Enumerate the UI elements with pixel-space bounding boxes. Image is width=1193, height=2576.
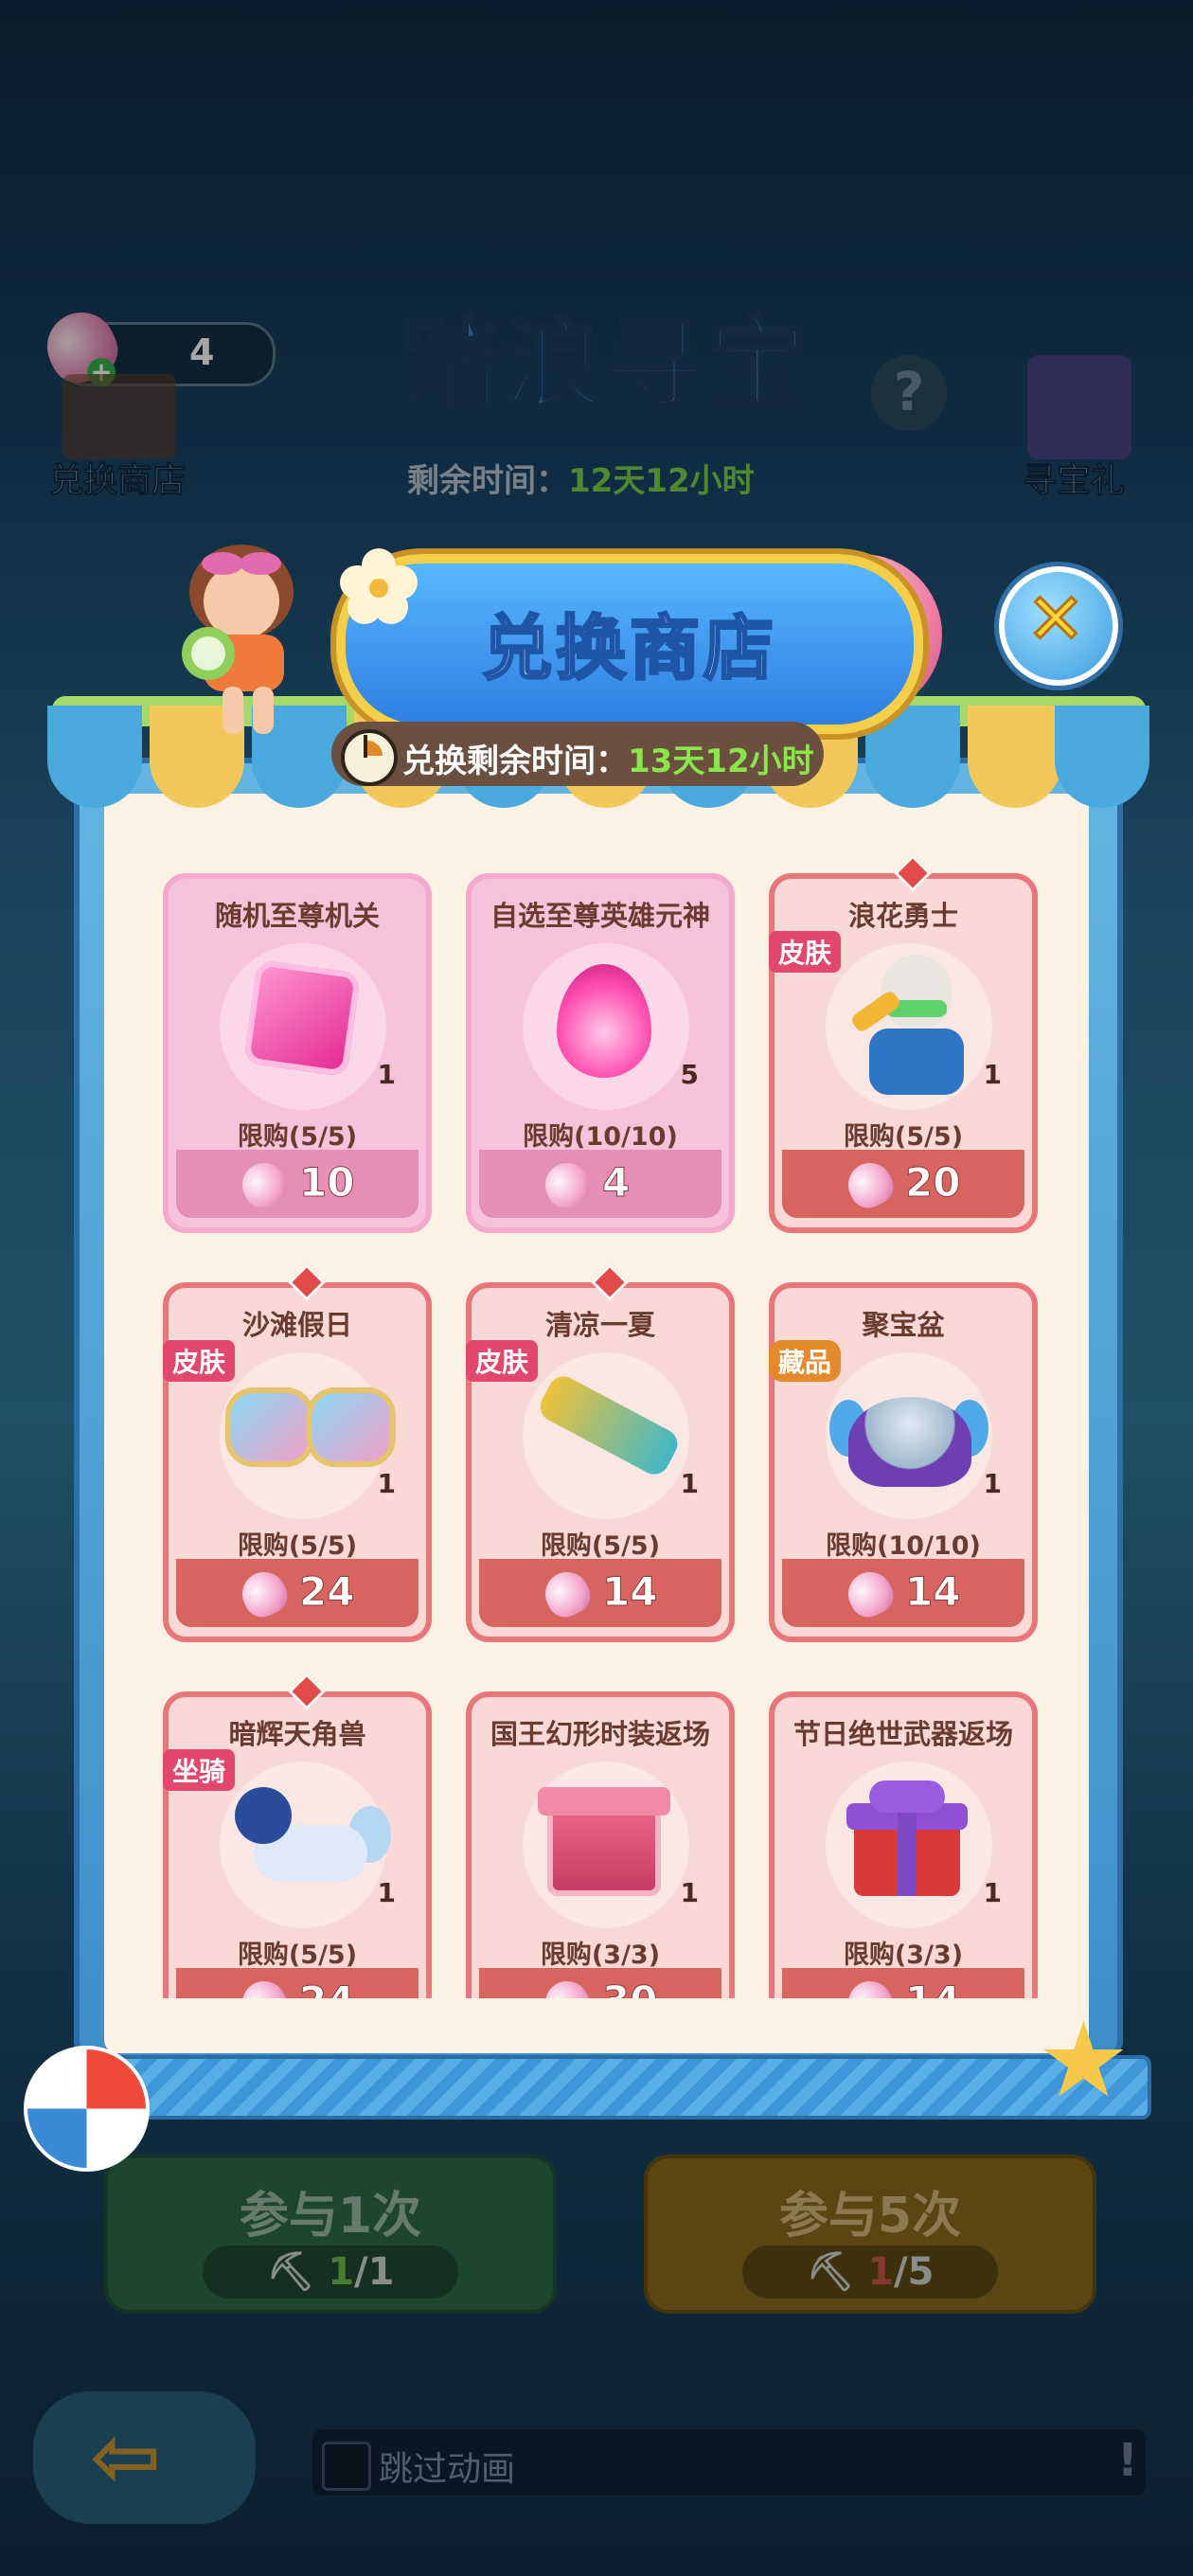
skin-tag: 皮肤 xyxy=(163,1340,236,1382)
exchange-timer-value: 13天12小时 xyxy=(628,742,814,780)
item-name: 清凉一夏 xyxy=(544,1309,655,1341)
item-purchase-limit: 限购(5/5) xyxy=(237,1531,358,1561)
item-purchase-limit: 限购(10/10) xyxy=(523,1122,678,1152)
item-grid: 随机至尊机关 1 限购(5/5) 10 自选至尊英雄元神 5 限购(10/10)… xyxy=(142,852,1051,1998)
item-quantity: 1 xyxy=(377,1468,396,1499)
item-name: 沙滩假日 xyxy=(241,1309,352,1341)
item-purchase-limit: 限购(3/3) xyxy=(843,1941,964,1970)
shell-icon xyxy=(538,1565,596,1623)
mechanism-cube-icon xyxy=(242,958,362,1078)
item-purchase-limit: 限购(5/5) xyxy=(540,1531,661,1561)
item-price: 4 xyxy=(601,1159,631,1207)
shop-item-card[interactable]: 沙滩假日 皮肤 1 限购(5/5) 24 xyxy=(163,1263,432,1642)
item-quantity: 1 xyxy=(983,1877,1002,1908)
costume-chest-lid xyxy=(538,1787,670,1816)
item-price-button[interactable]: 24 xyxy=(176,1968,418,1998)
item-price-button[interactable]: 24 xyxy=(176,1559,418,1627)
dialog-title: 兑换商店 xyxy=(481,607,777,691)
shop-item-card[interactable]: 浪花勇士 皮肤 1 限购(5/5) 20 xyxy=(769,854,1038,1233)
item-name: 暗辉天角兽 xyxy=(228,1718,366,1750)
item-price-button[interactable]: 14 xyxy=(479,1559,721,1627)
treasure-bowl-icon xyxy=(848,1397,971,1487)
beach-ball-icon xyxy=(24,2046,150,2172)
item-quantity: 1 xyxy=(377,1059,396,1090)
exchange-timer: 兑换剩余时间：13天12小时 xyxy=(402,735,814,781)
shop-item-card[interactable]: 随机至尊机关 1 限购(5/5) 10 xyxy=(163,873,432,1233)
item-price-button[interactable]: 30 xyxy=(479,1968,721,1998)
shell-icon xyxy=(841,1974,899,1998)
item-price: 20 xyxy=(904,1159,961,1207)
hero-skin-icon xyxy=(849,955,973,1097)
item-quantity: 1 xyxy=(680,1877,699,1908)
shop-item-card[interactable]: 自选至尊英雄元神 5 限购(10/10) 4 xyxy=(466,873,735,1233)
item-price-button[interactable]: 20 xyxy=(782,1150,1024,1218)
skin-tag: 皮肤 xyxy=(769,931,842,973)
close-icon[interactable]: ✕ xyxy=(1023,581,1089,659)
shop-panel-base xyxy=(74,2055,1151,2120)
item-quantity: 1 xyxy=(680,1468,699,1499)
item-price: 14 xyxy=(904,1977,960,1999)
shell-icon xyxy=(235,1155,294,1214)
shell-icon xyxy=(841,1565,899,1623)
item-purchase-limit: 限购(5/5) xyxy=(237,1122,358,1152)
item-price: 24 xyxy=(298,1568,355,1616)
item-quantity: 1 xyxy=(983,1468,1002,1499)
item-name: 聚宝盆 xyxy=(862,1309,945,1341)
shell-icon xyxy=(538,1155,596,1214)
shop-item-card[interactable]: 节日绝世武器返场 1 限购(3/3) 14 xyxy=(769,1691,1038,1998)
item-quantity: 1 xyxy=(983,1059,1002,1090)
gem-icon xyxy=(288,1263,326,1301)
item-price: 24 xyxy=(298,1977,354,1999)
costume-chest-icon xyxy=(547,1801,661,1896)
item-price: 14 xyxy=(601,1568,658,1616)
item-price-button[interactable]: 4 xyxy=(479,1150,721,1218)
mascot-girl-icon xyxy=(182,545,294,734)
gem-icon xyxy=(288,1673,326,1710)
collectible-tag: 藏品 xyxy=(769,1340,842,1382)
sunglasses-skin-icon xyxy=(220,1387,396,1473)
item-purchase-limit: 限购(5/5) xyxy=(237,1941,358,1970)
item-name: 自选至尊英雄元神 xyxy=(490,900,710,932)
skin-tag: 皮肤 xyxy=(466,1340,539,1382)
shop-item-card[interactable]: 国王幻形时装返场 1 限购(3/3) 30 xyxy=(466,1691,735,1998)
item-purchase-limit: 限购(5/5) xyxy=(843,1122,964,1152)
shop-item-card[interactable]: 暗辉天角兽 坐骑 1 限购(5/5) 24 xyxy=(163,1673,432,1998)
clock-fill xyxy=(352,741,383,771)
item-price: 10 xyxy=(298,1159,355,1207)
item-price: 14 xyxy=(904,1568,961,1616)
flower-icon xyxy=(340,548,418,624)
shop-item-card[interactable]: 清凉一夏 皮肤 1 限购(5/5) 14 xyxy=(466,1263,735,1642)
item-price-button[interactable]: 14 xyxy=(782,1559,1024,1627)
item-price-button[interactable]: 14 xyxy=(782,1968,1024,1998)
item-quantity: 5 xyxy=(680,1059,699,1090)
shell-icon xyxy=(538,1974,596,1998)
clock-hand xyxy=(364,735,367,758)
item-purchase-limit: 限购(10/10) xyxy=(826,1531,981,1561)
gem-icon xyxy=(591,1263,629,1301)
item-price-button[interactable]: 10 xyxy=(176,1150,418,1218)
item-quantity: 1 xyxy=(377,1877,396,1908)
starfish-icon: ★ xyxy=(1037,1999,1131,2120)
exchange-timer-label: 兑换剩余时间： xyxy=(402,742,628,780)
item-name: 国王幻形时装返场 xyxy=(490,1718,710,1750)
shell-icon xyxy=(235,1974,294,1998)
item-name: 节日绝世武器返场 xyxy=(792,1718,1013,1750)
mount-tag: 坐骑 xyxy=(163,1749,236,1791)
shell-icon xyxy=(235,1565,294,1623)
item-name: 随机至尊机关 xyxy=(214,900,380,932)
item-name: 浪花勇士 xyxy=(847,900,958,932)
item-price: 30 xyxy=(601,1977,657,1999)
gem-icon xyxy=(894,854,932,892)
gift-bow-icon xyxy=(869,1780,945,1813)
shell-icon xyxy=(841,1155,899,1214)
item-purchase-limit: 限购(3/3) xyxy=(540,1941,661,1970)
shop-item-card[interactable]: 聚宝盆 藏品 1 限购(10/10) 14 xyxy=(769,1282,1038,1642)
unicorn-mount-icon xyxy=(225,1787,391,1910)
